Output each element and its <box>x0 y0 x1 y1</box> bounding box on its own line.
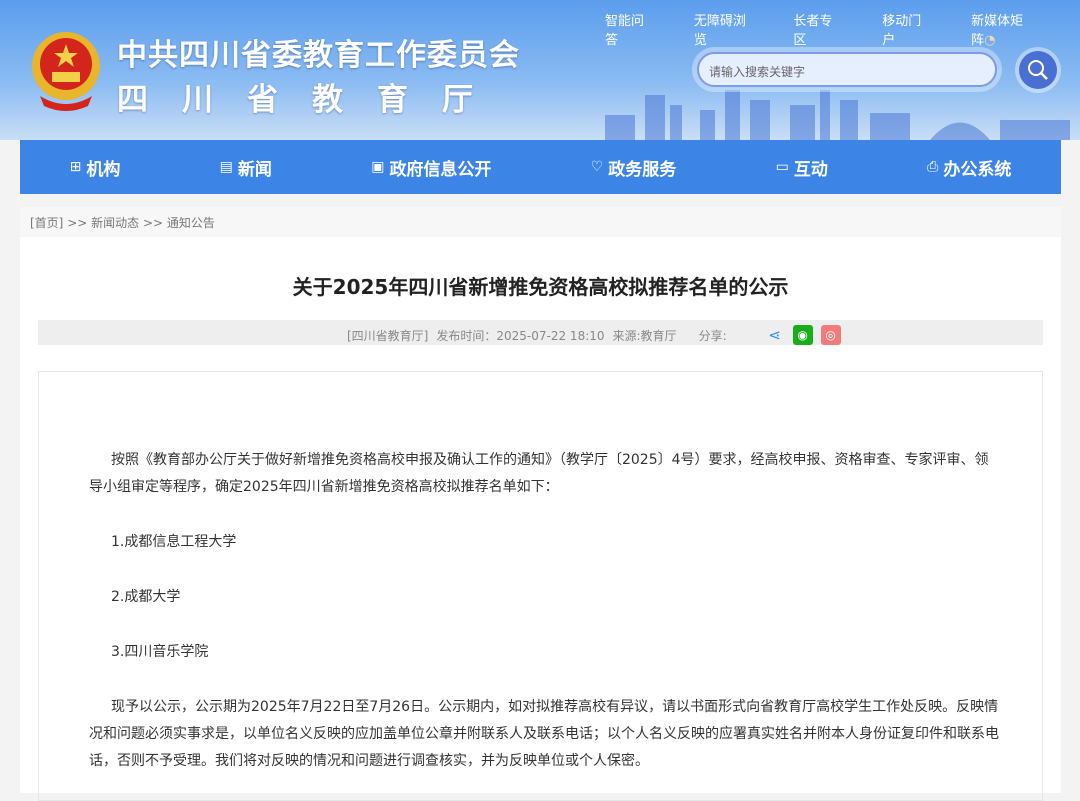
org-icon: ⊞ <box>69 159 82 175</box>
nav-item-interact[interactable]: ▭ 互动 <box>776 155 828 180</box>
header: 中共四川省委教育工作委员会 四川省教育厅 智能问答 无障碍浏览 长者专区 移动门… <box>0 0 1080 140</box>
nav-item-info[interactable]: ▣ 政府信息公开 <box>371 155 491 180</box>
breadcrumb: [首页] >> 新闻动态 >> 通知公告 <box>20 207 1061 237</box>
top-link-qa[interactable]: 智能问答 <box>605 10 648 48</box>
wechat-icon[interactable]: ◉ <box>792 325 813 345</box>
skyline-decoration <box>605 90 1070 140</box>
article-meta: [四川省教育厅] 发布时间：2025-07-22 18:10 来源:教育厅 分享… <box>38 320 1043 345</box>
article-body: 按照《教育部办公厅关于做好新增推免资格高校申报及确认工作的通知》（教学厅〔202… <box>38 371 1043 801</box>
paragraph: 现予以公示，公示期为2025年7月22日至7月26日。公示期内，如对拟推荐高校有… <box>89 699 999 769</box>
nav-label: 互动 <box>793 159 828 180</box>
nav-label: 机构 <box>86 159 121 180</box>
nav-item-service[interactable]: ♡ 政务服务 <box>591 155 677 180</box>
top-link-media[interactable]: 新媒体矩阵◔ <box>971 10 1034 48</box>
top-link-media-label: 新媒体矩阵 <box>971 14 1024 48</box>
meta-source-tag: [四川省教育厅] <box>347 328 429 343</box>
list-item: 1.成都信息工程大学 <box>111 534 237 550</box>
nav-label: 新闻 <box>237 159 272 180</box>
top-link-accessibility[interactable]: 无障碍浏览 <box>694 10 748 48</box>
nav-item-org[interactable]: ⊞ 机构 <box>70 155 121 180</box>
top-link-mobile[interactable]: 移动门户 <box>882 10 925 48</box>
weibo-icon[interactable]: ◎ <box>820 325 841 345</box>
meta-published: 发布时间：2025-07-22 18:10 <box>436 328 605 343</box>
article-title: 关于2025年四川省新增推免资格高校拟推荐名单的公示 <box>292 275 789 299</box>
printer-icon: ⎙ <box>927 159 939 175</box>
chat-icon: ▭ <box>775 159 789 175</box>
nav-item-office[interactable]: ⎙ 办公系统 <box>927 155 1011 180</box>
top-link-elderly[interactable]: 长者专区 <box>793 10 836 48</box>
nav-item-news[interactable]: ▤ 新闻 <box>220 155 272 180</box>
breadcrumb-sep: >> <box>142 216 164 230</box>
nav-label: 政府信息公开 <box>389 159 492 180</box>
list-item: 2.成都大学 <box>111 589 181 605</box>
service-icon: ♡ <box>590 159 604 175</box>
article: 关于2025年四川省新增推免资格高校拟推荐名单的公示 [四川省教育厅] 发布时间… <box>20 237 1061 801</box>
share-icon[interactable]: ⋖ <box>765 325 785 345</box>
media-icon: ◔ <box>984 33 996 48</box>
breadcrumb-sep: >> <box>67 216 88 230</box>
breadcrumb-news[interactable]: 新闻动态 <box>91 216 139 230</box>
search-input[interactable]: 请输入搜索关键字 <box>697 52 997 87</box>
news-icon: ▤ <box>219 159 233 175</box>
main-nav: ⊞ 机构 ▤ 新闻 ▣ 政府信息公开 ♡ 政务服务 ▭ 互动 ⎙ 办公系统 <box>20 140 1061 194</box>
meta-share-label: 分享: <box>698 328 727 343</box>
info-icon: ▣ <box>371 159 385 175</box>
national-emblem-logo <box>32 32 100 111</box>
breadcrumb-notice[interactable]: 通知公告 <box>167 216 215 230</box>
search-icon <box>1028 60 1048 80</box>
site-title: 中共四川省委教育工作委员会 <box>117 38 520 73</box>
paragraph: 按照《教育部办公厅关于做好新增推免资格高校申报及确认工作的通知》（教学厅〔202… <box>89 452 989 495</box>
list-item: 3.四川音乐学院 <box>111 644 209 660</box>
nav-label: 政务服务 <box>608 159 677 180</box>
site-subtitle: 四川省教育厅 <box>117 82 507 118</box>
nav-label: 办公系统 <box>943 159 1012 180</box>
breadcrumb-home[interactable]: [首页] <box>30 216 63 230</box>
search-button[interactable] <box>1019 51 1057 89</box>
meta-source: 来源:教育厅 <box>612 328 677 343</box>
